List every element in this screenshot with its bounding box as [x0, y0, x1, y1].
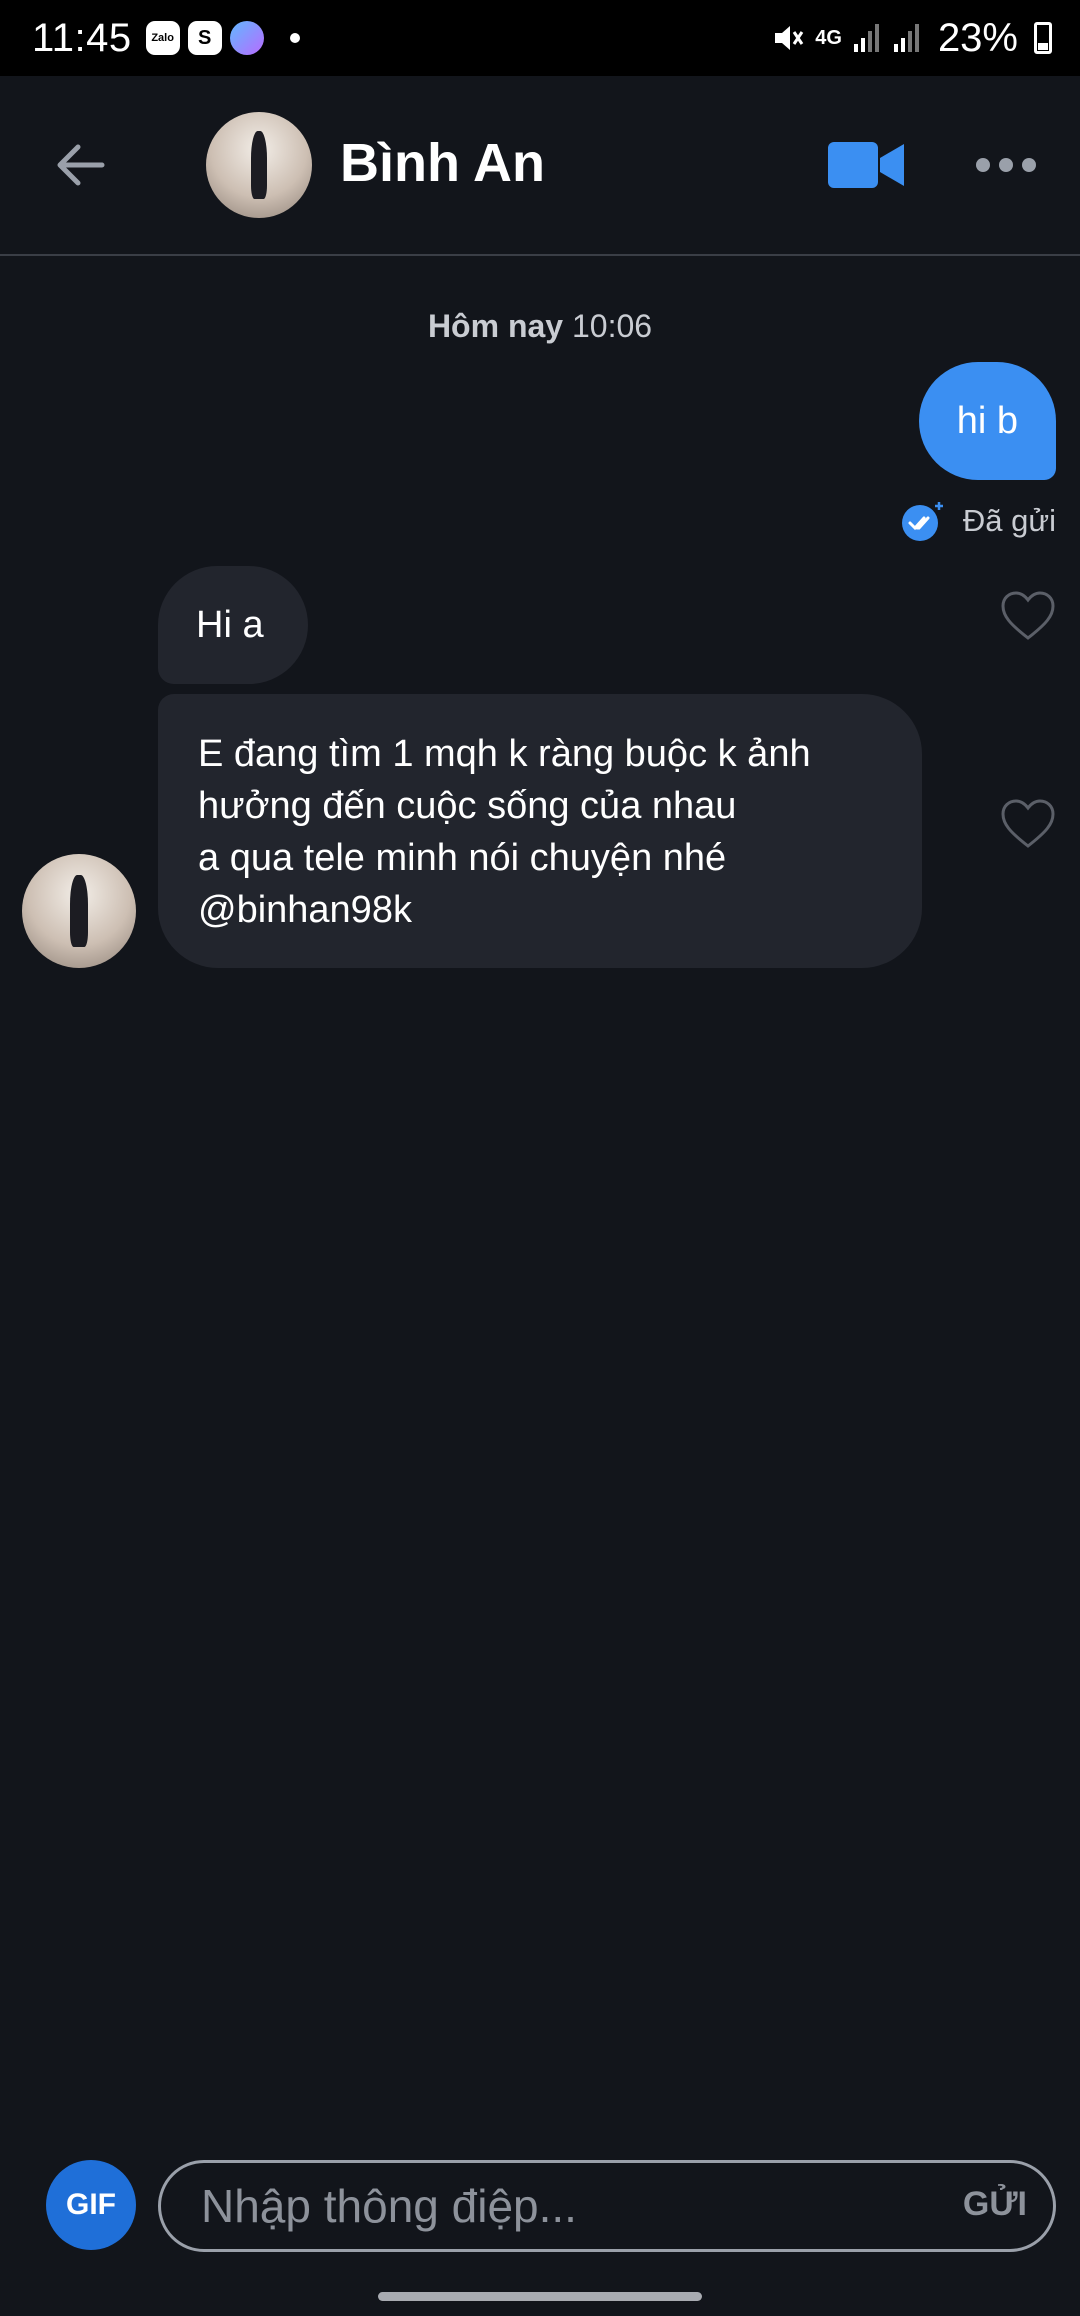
- network-type: 4G: [815, 26, 842, 49]
- home-indicator[interactable]: [378, 2292, 702, 2301]
- message-text: hi b: [956, 400, 1018, 442]
- chat-header: Bình An: [0, 76, 1080, 256]
- gif-button[interactable]: GIF: [46, 2160, 136, 2250]
- message-composer: GỬI: [158, 2160, 1056, 2252]
- heart-icon[interactable]: [1000, 798, 1056, 850]
- contact-name[interactable]: Bình An: [340, 132, 545, 194]
- timestamp-day: Hôm nay: [427, 308, 564, 344]
- zalo-icon: Zalo: [145, 21, 180, 55]
- timestamp-time: 10:06: [571, 308, 653, 344]
- message-line: @binhan98k: [198, 889, 412, 931]
- more-horizontal-icon[interactable]: [976, 158, 1036, 172]
- sent-label: Đã gửi: [962, 503, 1056, 538]
- chat-timestamp: Hôm nay 10:06: [0, 308, 1080, 345]
- message-line: hưởng đến cuộc sống của nhau: [198, 785, 737, 827]
- message-status: Đã gửi: [901, 500, 1056, 542]
- outgoing-message[interactable]: hi b: [918, 362, 1056, 480]
- signal-icon: [893, 24, 919, 52]
- mute-icon: [775, 26, 804, 50]
- status-notification-icons: Zalo S: [145, 21, 300, 55]
- status-system-icons: 4G 23%: [771, 16, 1052, 61]
- send-button[interactable]: GỬI: [963, 2185, 1027, 2224]
- shopee-icon: S: [187, 21, 222, 55]
- battery-percent: 23%: [937, 15, 1018, 60]
- incoming-message[interactable]: E đang tìm 1 mqh k ràng buộc k ảnh hưởng…: [158, 694, 922, 968]
- battery-icon: [1034, 22, 1052, 54]
- status-bar: 11:45 Zalo S 4G 23%: [0, 0, 1080, 76]
- contact-avatar[interactable]: [206, 112, 312, 218]
- incoming-message[interactable]: Hi a: [158, 566, 308, 684]
- more-notifications-dot: [289, 33, 300, 43]
- dating-app-icon: [229, 21, 264, 55]
- signal-icon: [853, 24, 879, 52]
- message-text: Hi a: [196, 604, 264, 646]
- status-time: 11:45: [32, 15, 132, 60]
- video-camera-icon[interactable]: [828, 140, 904, 190]
- sender-avatar[interactable]: [22, 854, 136, 968]
- message-line: a qua tele minh nói chuyện nhé: [198, 837, 727, 879]
- heart-icon[interactable]: [1000, 590, 1056, 642]
- avatar-photo: [250, 131, 268, 199]
- message-input[interactable]: [201, 2163, 901, 2249]
- double-check-icon: [901, 502, 943, 541]
- avatar-photo: [69, 874, 89, 948]
- arrow-left-icon[interactable]: [52, 138, 106, 192]
- message-line: E đang tìm 1 mqh k ràng buộc k ảnh: [198, 733, 811, 775]
